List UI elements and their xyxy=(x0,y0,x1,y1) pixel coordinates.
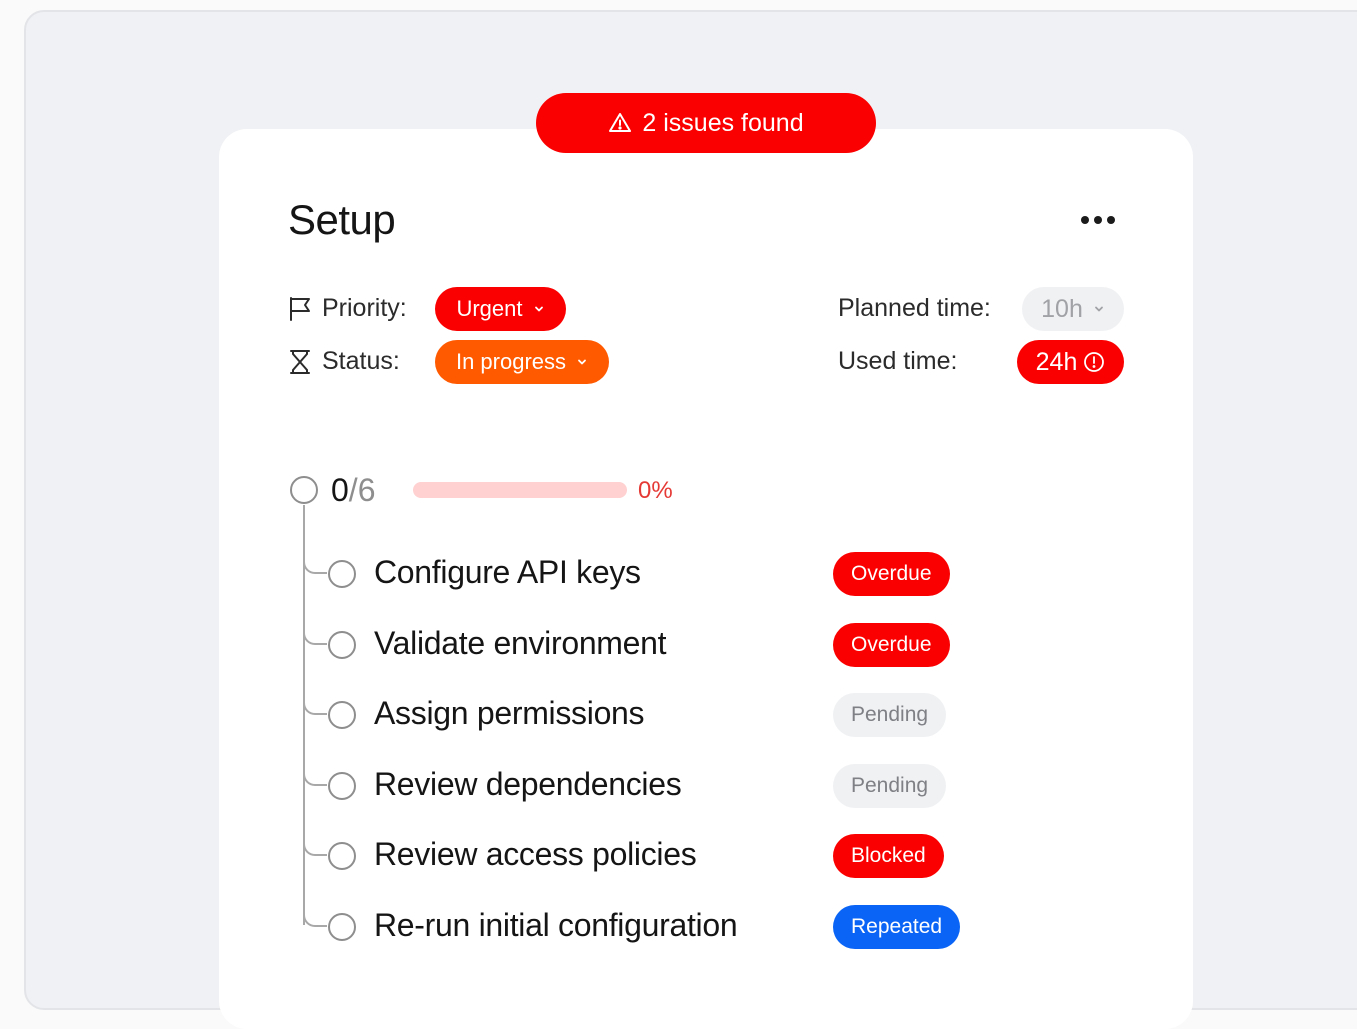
task-item[interactable]: Configure API keys Overdue xyxy=(303,552,1005,596)
task-label: Review access policies xyxy=(374,836,697,872)
task-label: Re-run initial configuration xyxy=(374,907,738,943)
status-label: Status: xyxy=(288,347,400,376)
task-item[interactable]: Review dependencies Pending xyxy=(303,764,1005,808)
task-checkbox[interactable] xyxy=(328,913,356,941)
used-time-label-text: Used time: xyxy=(838,347,958,375)
tree-branch xyxy=(303,834,327,856)
hourglass-icon xyxy=(288,349,312,375)
priority-label: Priority: xyxy=(288,294,407,323)
task-item[interactable]: Assign permissions Pending xyxy=(303,693,1005,737)
task-status-badge: Blocked xyxy=(833,834,944,878)
planned-time-label-text: Planned time: xyxy=(838,294,991,322)
priority-dropdown[interactable]: Urgent xyxy=(435,287,566,331)
task-checkbox[interactable] xyxy=(328,631,356,659)
planned-time-value: 10h xyxy=(1041,294,1083,323)
tree-branch xyxy=(303,552,327,574)
tree-branch xyxy=(303,693,327,715)
used-time-badge[interactable]: 24h xyxy=(1017,340,1124,384)
more-dot xyxy=(1094,216,1102,224)
tree-branch xyxy=(303,623,327,645)
task-label: Assign permissions xyxy=(374,695,645,731)
task-label: Review dependencies xyxy=(374,766,682,802)
issues-banner-text: 2 issues found xyxy=(642,108,804,137)
page-title: Setup xyxy=(288,196,396,243)
select-all-checkbox[interactable] xyxy=(290,476,318,504)
task-status-badge: Overdue xyxy=(833,623,950,667)
task-checkbox[interactable] xyxy=(328,772,356,800)
status-dropdown[interactable]: In progress xyxy=(435,340,609,384)
progress-percent: 0% xyxy=(638,477,673,504)
task-label: Configure API keys xyxy=(374,554,641,590)
task-item[interactable]: Review access policies Blocked xyxy=(303,834,1005,878)
task-status-badge: Pending xyxy=(833,693,947,737)
task-checkbox[interactable] xyxy=(328,701,356,729)
task-item[interactable]: Validate environment Overdue xyxy=(303,623,1005,667)
alert-circle-icon xyxy=(1083,351,1105,373)
task-status-badge: Repeated xyxy=(833,905,961,949)
priority-label-text: Priority: xyxy=(322,294,407,322)
used-time-label: Used time: xyxy=(838,347,957,376)
warning-triangle-icon xyxy=(608,111,632,135)
task-checkbox[interactable] xyxy=(328,560,356,588)
progress-done-count: 0 xyxy=(331,472,349,508)
task-label: Validate environment xyxy=(374,625,667,661)
flag-icon xyxy=(288,296,312,322)
task-item[interactable]: Re-run initial configuration Repeated xyxy=(303,905,1005,949)
progress-count: 0/6 xyxy=(331,472,375,509)
tree-branch xyxy=(303,764,327,786)
planned-time-dropdown[interactable]: 10h xyxy=(1022,287,1124,331)
chevron-down-icon xyxy=(1093,303,1105,315)
more-horizontal-icon xyxy=(1081,216,1089,224)
issues-banner[interactable]: 2 issues found xyxy=(536,93,876,153)
more-dot xyxy=(1107,216,1115,224)
progress-bar xyxy=(413,482,627,498)
chevron-down-icon xyxy=(576,356,588,368)
status-label-text: Status: xyxy=(322,347,400,375)
chevron-down-icon xyxy=(533,303,545,315)
planned-time-label: Planned time: xyxy=(838,294,991,323)
more-options-button[interactable] xyxy=(1074,206,1122,234)
progress-total-count: /6 xyxy=(348,472,376,508)
priority-value: Urgent xyxy=(456,296,523,321)
task-status-badge: Pending xyxy=(833,764,947,808)
task-status-badge: Overdue xyxy=(833,552,950,596)
status-value: In progress xyxy=(455,349,567,374)
used-time-value: 24h xyxy=(1035,347,1078,376)
task-checkbox[interactable] xyxy=(328,842,356,870)
tree-branch xyxy=(303,905,327,927)
